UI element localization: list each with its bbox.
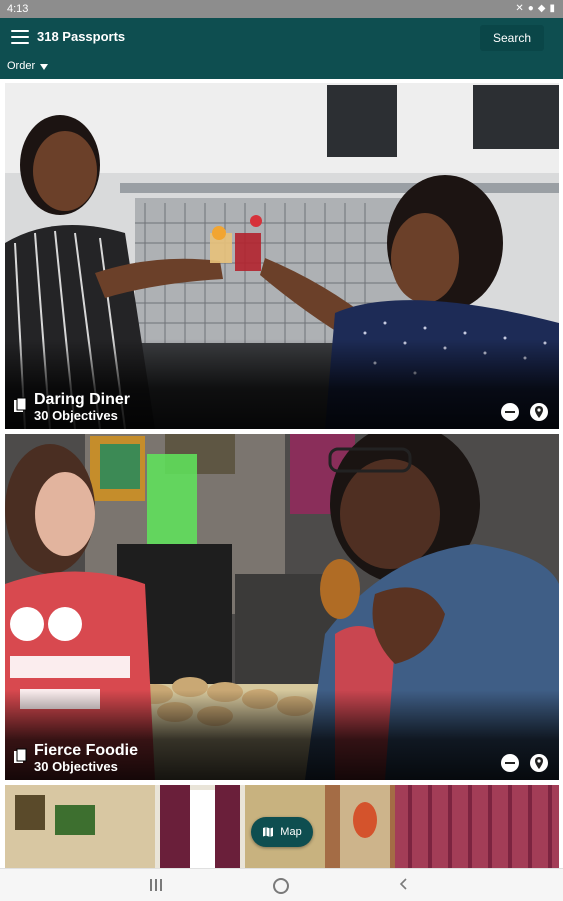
location-status-icon: ●	[527, 3, 534, 14]
system-nav-bar	[0, 868, 563, 901]
map-button[interactable]: Map	[251, 817, 313, 847]
passport-icon	[14, 397, 27, 412]
back-icon[interactable]	[397, 877, 409, 891]
minus-circle-icon[interactable]	[501, 403, 519, 421]
card-title: Fierce Foodie	[34, 742, 139, 759]
minus-circle-icon[interactable]	[501, 754, 519, 772]
card-objectives: 30 Objectives	[34, 408, 118, 423]
location-pin-icon[interactable]	[530, 403, 548, 421]
card-actions	[501, 403, 548, 421]
card-objectives: 30 Objectives	[34, 759, 118, 774]
map-icon	[263, 827, 274, 837]
mute-icon: ✕	[515, 3, 524, 14]
wifi-icon: ◆	[537, 3, 546, 14]
passport-icon	[14, 748, 27, 763]
passport-list[interactable]: Daring Diner 30 Objectives Fierce Foodie…	[0, 79, 563, 868]
status-icons: ✕ ● ◆ ▮	[515, 2, 555, 16]
caret-down-icon	[40, 63, 49, 70]
location-pin-icon[interactable]	[530, 754, 548, 772]
home-icon[interactable]	[273, 878, 289, 894]
order-label: Order	[7, 60, 36, 72]
recents-icon[interactable]	[150, 879, 164, 891]
passport-card[interactable]: Daring Diner 30 Objectives	[5, 83, 559, 429]
map-button-label: Map	[280, 826, 302, 838]
app-bar: 318 Passports Search Order	[0, 18, 563, 79]
passport-card[interactable]: Fierce Foodie 30 Objectives	[5, 434, 559, 780]
page-title: 318 Passports	[37, 29, 126, 44]
search-button[interactable]: Search	[480, 25, 544, 51]
card-caption: Daring Diner 30 Objectives	[5, 339, 559, 429]
card-title: Daring Diner	[34, 391, 131, 408]
card-caption: Fierce Foodie 30 Objectives	[5, 690, 559, 780]
card-actions	[501, 754, 548, 772]
battery-icon: ▮	[549, 3, 555, 14]
hamburger-icon[interactable]	[11, 30, 29, 44]
status-bar: 4:13 ✕ ● ◆ ▮	[0, 0, 563, 18]
status-time: 4:13	[7, 3, 29, 15]
order-dropdown[interactable]: Order	[7, 60, 49, 72]
